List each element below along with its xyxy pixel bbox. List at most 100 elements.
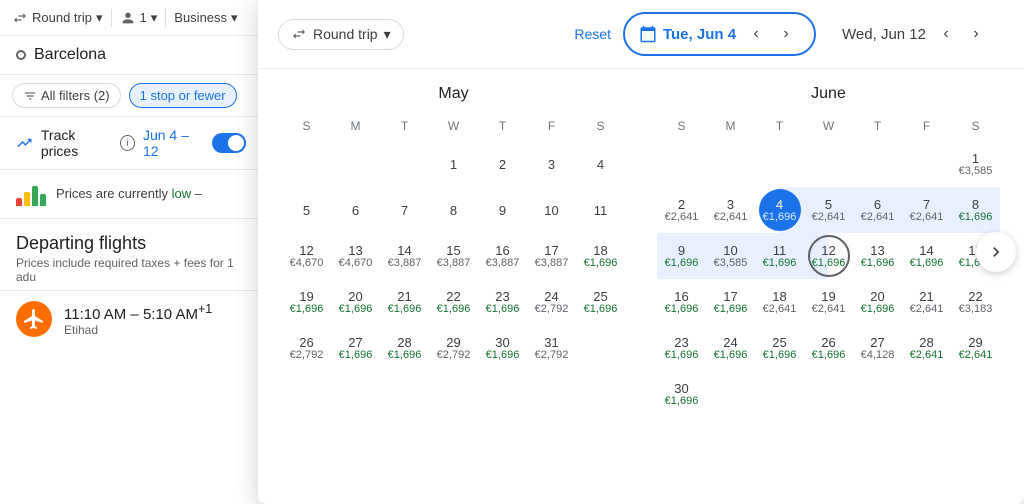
calendar-day[interactable]: 18€1,696 bbox=[576, 233, 625, 279]
calendar-day[interactable]: 13€4,670 bbox=[331, 233, 380, 279]
date2-next-button[interactable]: › bbox=[962, 20, 990, 48]
top-bar: Round trip ▾ 1 ▾ Business ▾ bbox=[0, 0, 262, 36]
calendar-day[interactable]: 27€4,128 bbox=[853, 325, 902, 371]
calendar-day[interactable]: 17€1,696 bbox=[706, 279, 755, 325]
trip-type-selector[interactable]: Round trip ▾ bbox=[12, 10, 103, 26]
day-price: €2,641 bbox=[763, 304, 797, 315]
calendar-day[interactable]: 28€1,696 bbox=[380, 325, 429, 371]
date1-next-button[interactable]: › bbox=[772, 20, 800, 48]
calendar-day[interactable]: 4€1,696 bbox=[755, 187, 804, 233]
calendar-day[interactable]: 17€3,887 bbox=[527, 233, 576, 279]
calendar-day bbox=[902, 371, 951, 417]
calendar-day[interactable]: 22€3,183 bbox=[951, 279, 1000, 325]
calendar-day[interactable]: 1 bbox=[429, 141, 478, 187]
calendar-day[interactable]: 2 bbox=[478, 141, 527, 187]
track-prices-row: Track prices i Jun 4 – 12 bbox=[0, 117, 262, 170]
day-number: 11 bbox=[594, 204, 608, 217]
day-number: 25 bbox=[772, 336, 786, 349]
calendar-day[interactable]: 18€2,641 bbox=[755, 279, 804, 325]
calendar-day[interactable]: 3€2,641 bbox=[706, 187, 755, 233]
calendar-day[interactable]: 28€2,641 bbox=[902, 325, 951, 371]
calendar-day[interactable]: 13€1,696 bbox=[853, 233, 902, 279]
calendar-day[interactable]: 16€1,696 bbox=[657, 279, 706, 325]
calendar-day[interactable]: 15€3,887 bbox=[429, 233, 478, 279]
track-prices-info[interactable]: i bbox=[120, 135, 135, 151]
calendar-day[interactable]: 7€2,641 bbox=[902, 187, 951, 233]
calendar-day[interactable]: 26€1,696 bbox=[804, 325, 853, 371]
calendar-day[interactable]: 16€3,887 bbox=[478, 233, 527, 279]
calendar-day[interactable]: 23€1,696 bbox=[657, 325, 706, 371]
calendar-day[interactable]: 10 bbox=[527, 187, 576, 233]
calendar-day[interactable]: 12€1,696 bbox=[804, 233, 853, 279]
calendar-day[interactable]: 5€2,641 bbox=[804, 187, 853, 233]
day-number: 5 bbox=[825, 198, 832, 211]
calendar-day[interactable]: 10€3,585 bbox=[706, 233, 755, 279]
all-filters-button[interactable]: All filters (2) bbox=[12, 83, 121, 108]
calendar-day[interactable]: 5 bbox=[282, 187, 331, 233]
calendar-day[interactable]: 6 bbox=[331, 187, 380, 233]
date1-pill[interactable]: Tue, Jun 4 ‹ › bbox=[623, 12, 816, 56]
track-prices-toggle[interactable] bbox=[212, 133, 246, 153]
calendar-day[interactable]: 8€1,696 bbox=[951, 187, 1000, 233]
departing-section: Departing flights Prices include require… bbox=[0, 219, 262, 290]
calendar-day[interactable]: 25€1,696 bbox=[755, 325, 804, 371]
may-grid: SMTWTFS123456789101112€4,67013€4,67014€3… bbox=[282, 115, 625, 371]
calendar-day[interactable]: 22€1,696 bbox=[429, 279, 478, 325]
flight-item[interactable]: 11:10 AM – 5:10 AM+1 Etihad bbox=[0, 290, 262, 347]
calendar-day[interactable]: 29€2,792 bbox=[429, 325, 478, 371]
prices-text: Prices are currently low – bbox=[56, 186, 202, 203]
calendar-day[interactable]: 4 bbox=[576, 141, 625, 187]
calendar-day[interactable]: 6€2,641 bbox=[853, 187, 902, 233]
calendar-day[interactable]: 24€2,792 bbox=[527, 279, 576, 325]
calendar-day[interactable]: 11 bbox=[576, 187, 625, 233]
calendar-day[interactable]: 9 bbox=[478, 187, 527, 233]
stop-filter-button[interactable]: 1 stop or fewer bbox=[129, 83, 237, 108]
calendar-day[interactable]: 8 bbox=[429, 187, 478, 233]
calendar-day[interactable]: 20€1,696 bbox=[331, 279, 380, 325]
day-price: €2,641 bbox=[714, 212, 748, 223]
calendar-day[interactable]: 3 bbox=[527, 141, 576, 187]
calendar-day[interactable]: 20€1,696 bbox=[853, 279, 902, 325]
calendar-day[interactable]: 30€1,696 bbox=[478, 325, 527, 371]
bar-low2 bbox=[40, 194, 46, 206]
calendar-day[interactable]: 12€4,670 bbox=[282, 233, 331, 279]
prices-low-label: low bbox=[172, 186, 192, 201]
cabin-class-chevron: ▾ bbox=[231, 10, 238, 26]
calendar-day[interactable]: 23€1,696 bbox=[478, 279, 527, 325]
passengers-selector[interactable]: 1 ▾ bbox=[120, 10, 158, 26]
calendar-day[interactable]: 19€1,696 bbox=[282, 279, 331, 325]
calendar-day[interactable]: 21€1,696 bbox=[380, 279, 429, 325]
day-of-week: F bbox=[902, 115, 951, 141]
calendar-day[interactable]: 27€1,696 bbox=[331, 325, 380, 371]
calendar-day[interactable]: 19€2,641 bbox=[804, 279, 853, 325]
calendar-day[interactable]: 14€1,696 bbox=[902, 233, 951, 279]
cabin-class-selector[interactable]: Business ▾ bbox=[174, 10, 237, 26]
calendar-day[interactable]: 2€2,641 bbox=[657, 187, 706, 233]
day-price: €1,696 bbox=[861, 304, 895, 315]
date2-pill[interactable]: Wed, Jun 12 ‹ › bbox=[828, 14, 1004, 54]
calendar-day[interactable]: 25€1,696 bbox=[576, 279, 625, 325]
calendar-day[interactable]: 29€2,641 bbox=[951, 325, 1000, 371]
calendar-day[interactable]: 14€3,887 bbox=[380, 233, 429, 279]
calendar-trip-type[interactable]: Round trip ▾ bbox=[278, 19, 404, 50]
date2-prev-button[interactable]: ‹ bbox=[932, 20, 960, 48]
prices-banner: Prices are currently low – bbox=[0, 170, 262, 219]
calendar-day[interactable]: 1€3,585 bbox=[951, 141, 1000, 187]
day-number: 18 bbox=[593, 244, 607, 257]
calendar-day[interactable]: 26€2,792 bbox=[282, 325, 331, 371]
calendar-day[interactable]: 21€2,641 bbox=[902, 279, 951, 325]
calendar-day[interactable]: 24€1,696 bbox=[706, 325, 755, 371]
day-number: 10 bbox=[544, 204, 558, 217]
reset-button[interactable]: Reset bbox=[574, 26, 611, 42]
june-title: June bbox=[657, 85, 1000, 103]
date1-prev-button[interactable]: ‹ bbox=[742, 20, 770, 48]
trip-type-chevron: ▾ bbox=[96, 10, 103, 26]
calendar-day[interactable]: 9€1,696 bbox=[657, 233, 706, 279]
calendar-day[interactable]: 11€1,696 bbox=[755, 233, 804, 279]
next-month-arrow[interactable] bbox=[976, 232, 1016, 272]
calendar-day[interactable]: 30€1,696 bbox=[657, 371, 706, 417]
calendar-day[interactable]: 31€2,792 bbox=[527, 325, 576, 371]
calendar-day bbox=[755, 141, 804, 187]
calendar-day[interactable]: 7 bbox=[380, 187, 429, 233]
bar-low bbox=[32, 186, 38, 206]
